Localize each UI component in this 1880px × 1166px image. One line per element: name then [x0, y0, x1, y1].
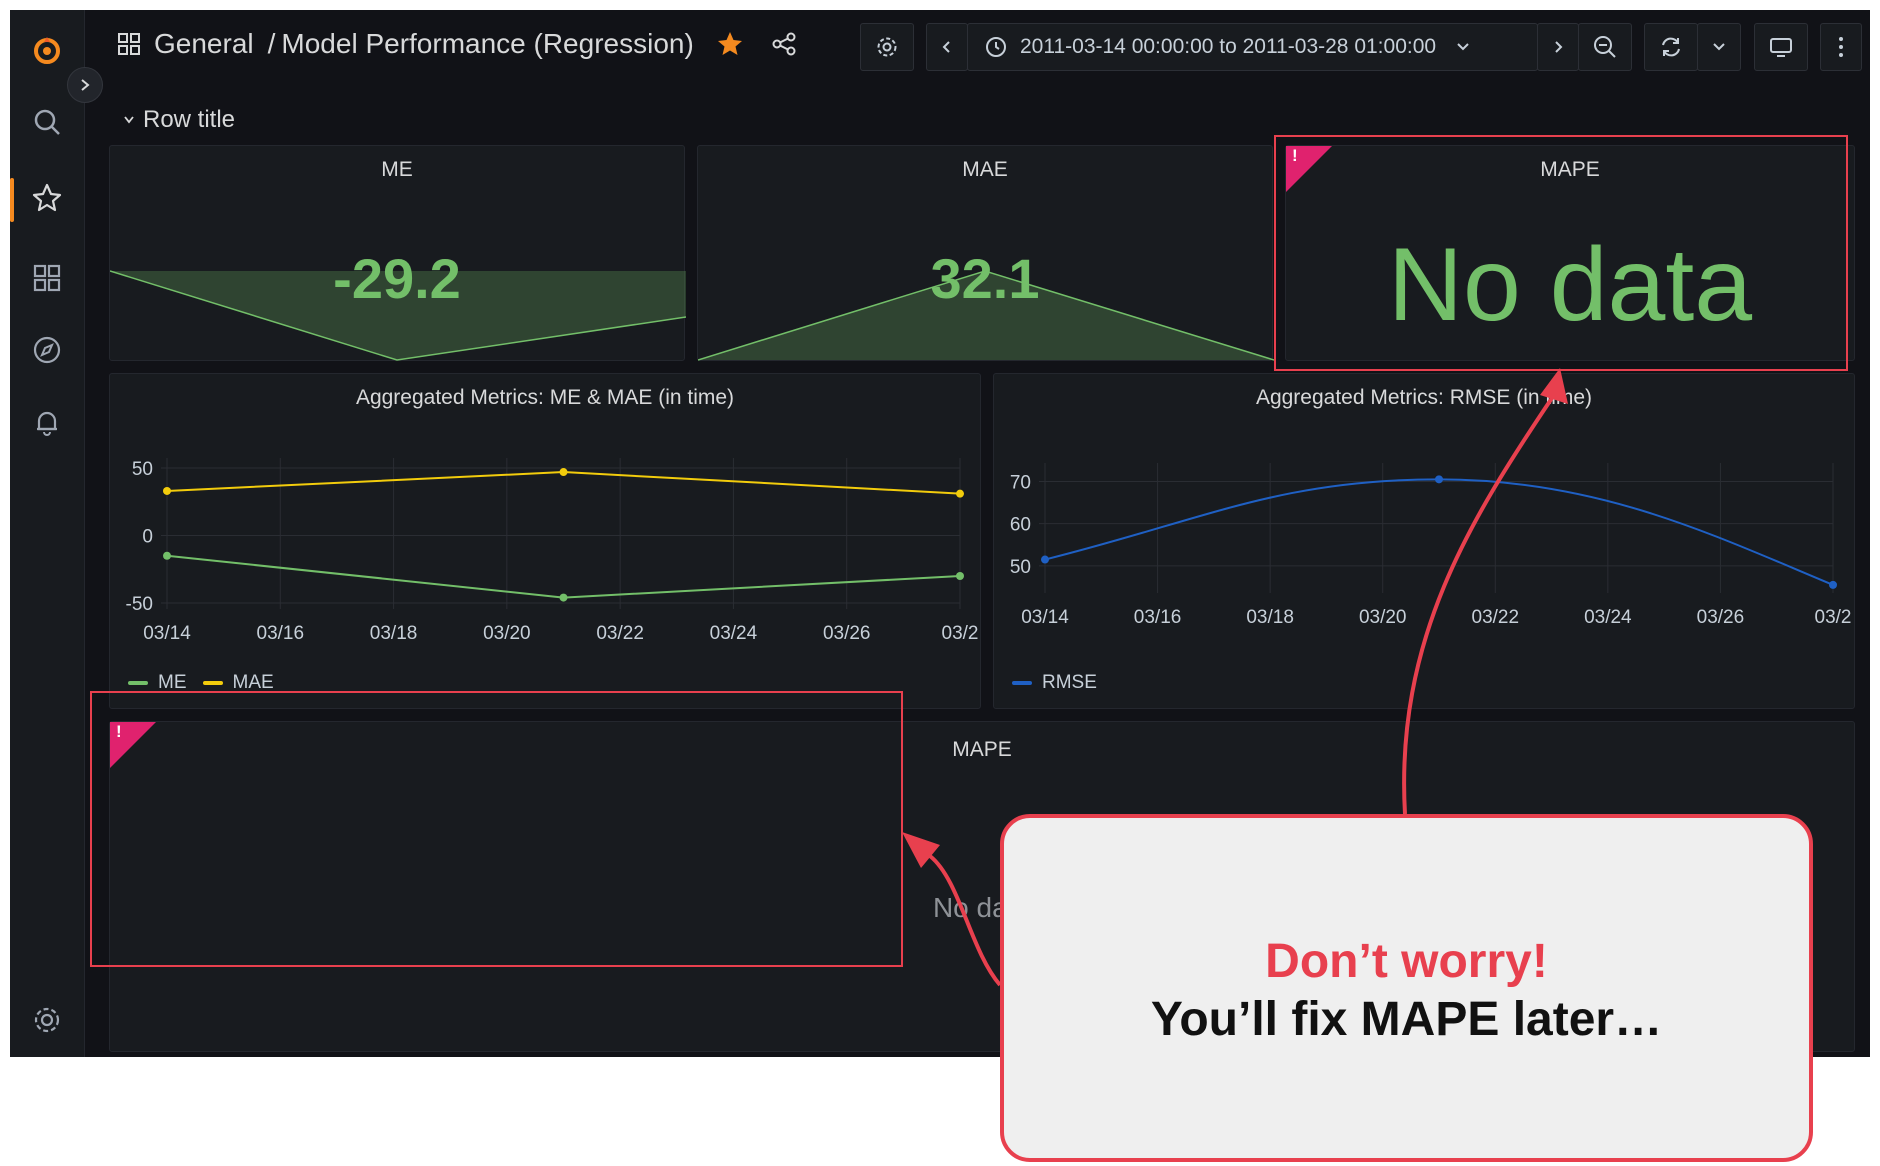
me-mae-chart: 03/14 03/16 03/18 03/20 03/22 03/24 03/26 03/2 5… — [126, 458, 979, 644]
monitor-icon — [1770, 38, 1792, 57]
grafana-logo-icon[interactable] — [27, 30, 67, 70]
data-point-me — [163, 551, 171, 560]
annotation-callout: Don’t worry! You’ll fix MAPE later… — [1000, 814, 1813, 1162]
breadcrumb: General / Model Performance (Regression) — [116, 28, 798, 60]
refresh-button[interactable] — [1644, 23, 1698, 71]
y-tick-label: 50 — [1010, 557, 1031, 578]
settings-gear-icon[interactable] — [27, 1000, 67, 1040]
legend-label: MAE — [232, 672, 274, 693]
chevron-right-icon — [1555, 41, 1563, 53]
y-tick-label: 0 — [142, 527, 153, 548]
timeseries-panel-rmse[interactable]: Aggregated Metrics: RMSE (in time) 03/14… — [993, 373, 1855, 709]
zoom-out-icon — [1594, 36, 1616, 58]
y-tick-label: 70 — [1010, 472, 1031, 493]
time-range-label: 2011-03-14 00:00:00 to 2011-03-28 01:00:… — [1020, 35, 1437, 58]
refresh-interval-dropdown[interactable] — [1697, 23, 1741, 71]
x-tick-label: 03/16 — [1134, 607, 1182, 628]
callout-headline: Don’t worry! — [1265, 935, 1548, 988]
zoom-out-button[interactable] — [1578, 23, 1632, 71]
series-line-me — [166, 554, 961, 599]
x-tick-label: 03/14 — [143, 623, 191, 644]
data-point-rmse — [1435, 475, 1443, 484]
breadcrumb-separator: / — [267, 28, 276, 59]
dashboard-title[interactable]: Model Performance (Regression) — [281, 28, 693, 60]
legend-item-rmse[interactable]: RMSE — [1012, 672, 1097, 694]
chevron-down-icon — [124, 116, 134, 124]
more-options-button[interactable] — [1820, 23, 1862, 71]
data-point-me — [956, 572, 964, 580]
x-tick-label: 03/26 — [1697, 607, 1745, 628]
rmse-chart: 03/14 03/16 03/18 03/20 03/22 03/24 03/26 03/2 7… — [1010, 463, 1852, 628]
row-title-text: Row title — [143, 106, 236, 133]
chevron-right-icon — [81, 79, 90, 91]
timeseries-panel-me-mae[interactable]: Aggregated Metrics: ME & MAE (in time) 0… — [109, 373, 981, 709]
x-tick-label: 03/2 — [942, 623, 979, 644]
dashboard-settings-button[interactable] — [860, 23, 914, 71]
y-tick-label: -50 — [126, 594, 153, 615]
time-shift-forward-button[interactable] — [1537, 23, 1579, 71]
kebab-menu-icon — [1839, 37, 1843, 57]
legend-swatch — [202, 680, 223, 685]
time-range-picker[interactable]: 2011-03-14 00:00:00 to 2011-03-28 01:00:… — [967, 23, 1538, 71]
x-tick-label: 03/18 — [1246, 607, 1294, 628]
chevron-left-icon — [942, 41, 950, 53]
legend-label: RMSE — [1042, 672, 1097, 693]
data-point-me — [559, 593, 568, 602]
stat-panel-mae[interactable]: MAE 32.1 — [697, 145, 1274, 361]
stat-panel-me[interactable]: ME -29.2 — [109, 145, 686, 361]
data-point-rmse — [1829, 580, 1837, 589]
alerting-bell-icon[interactable] — [27, 402, 67, 442]
stat-value: -29.2 — [333, 247, 461, 310]
x-tick-label: 03/18 — [370, 623, 418, 644]
y-tick-label: 50 — [132, 459, 153, 480]
x-tick-label: 03/20 — [483, 623, 531, 644]
time-shift-back-button[interactable] — [926, 23, 968, 71]
data-point-mae — [163, 486, 171, 495]
highlight-mape-panel — [90, 691, 903, 967]
legend-label: ME — [158, 672, 187, 693]
chevron-down-icon — [1713, 43, 1725, 51]
chart-legend: RMSE — [1012, 672, 1097, 694]
x-tick-label: 03/24 — [710, 623, 758, 644]
starred-icon[interactable] — [27, 178, 67, 218]
refresh-icon — [1662, 37, 1680, 57]
legend-swatch — [1012, 680, 1032, 685]
folder-link[interactable]: General — [154, 28, 254, 60]
callout-message: You’ll fix MAPE later… — [1150, 993, 1663, 1046]
dashboard-grid-icon — [118, 33, 140, 55]
x-tick-label: 03/14 — [1021, 607, 1069, 628]
series-line-rmse — [1044, 478, 1834, 586]
gear-icon — [877, 37, 897, 57]
share-icon[interactable] — [770, 30, 798, 58]
row-header[interactable]: Row title — [123, 106, 235, 134]
x-tick-label: 03/24 — [1584, 607, 1632, 628]
dashboards-icon[interactable] — [27, 258, 67, 298]
x-tick-label: 03/20 — [1359, 607, 1407, 628]
x-tick-label: 03/2 — [1815, 607, 1852, 628]
sidebar — [10, 10, 85, 1057]
search-icon[interactable] — [27, 102, 67, 142]
x-tick-label: 03/16 — [257, 623, 305, 644]
clock-icon — [986, 37, 1006, 57]
x-tick-label: 03/22 — [596, 623, 644, 644]
data-point-rmse — [1041, 555, 1049, 564]
data-point-mae — [559, 468, 568, 477]
highlight-mape-stat — [1274, 135, 1848, 371]
data-point-mae — [956, 489, 964, 498]
stat-value: 32.1 — [930, 247, 1040, 310]
y-tick-label: 60 — [1010, 515, 1031, 536]
dashboard-nav-bar: General / Model Performance (Regression)… — [84, 10, 1870, 90]
legend-swatch — [128, 680, 148, 685]
active-indicator — [10, 178, 14, 222]
x-tick-label: 03/22 — [1472, 607, 1520, 628]
star-filled-icon[interactable] — [716, 30, 744, 58]
expand-sidebar-button[interactable] — [67, 67, 103, 103]
tv-mode-button[interactable] — [1754, 23, 1808, 71]
x-tick-label: 03/26 — [823, 623, 871, 644]
chevron-down-icon — [1457, 43, 1469, 51]
explore-icon[interactable] — [27, 330, 67, 370]
